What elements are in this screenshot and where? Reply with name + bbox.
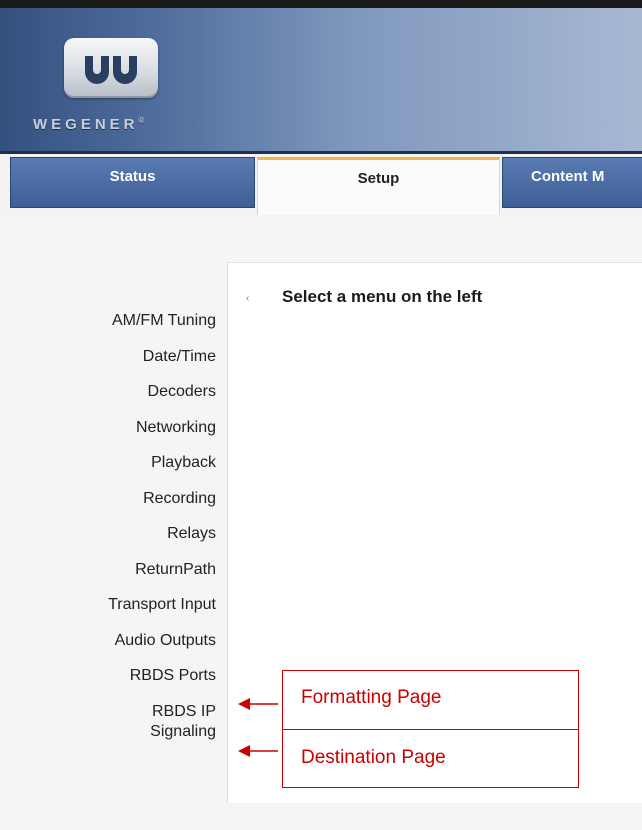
sidebar-item-decoders[interactable]: Decoders: [108, 382, 216, 401]
annotation-callout: Formatting Page Destination Page: [282, 670, 579, 788]
logo-mark-icon: [85, 56, 137, 84]
callout-formatting-page: Formatting Page: [301, 687, 442, 708]
sidebar-item-relays[interactable]: Relays: [108, 524, 216, 543]
sidebar-item-rbds-ip-signaling[interactable]: RBDS IP Signaling: [108, 702, 216, 742]
sidebar-item-returnpath[interactable]: ReturnPath: [108, 560, 216, 579]
tab-setup[interactable]: Setup: [257, 157, 500, 215]
sidebar-item-rbds-ports[interactable]: RBDS Ports: [108, 666, 216, 685]
top-bar: [0, 0, 642, 8]
arrow-left-icon: [238, 745, 278, 757]
sidebar-item-amfm-tuning[interactable]: AM/FM Tuning: [108, 311, 216, 330]
callout-destination-page: Destination Page: [301, 747, 446, 768]
page-heading: Select a menu on the left: [282, 287, 483, 306]
sidebar-item-transport-input[interactable]: Transport Input: [108, 595, 216, 614]
sidebar-item-audio-outputs[interactable]: Audio Outputs: [108, 631, 216, 650]
sidebar-item-recording[interactable]: Recording: [108, 489, 216, 508]
sidebar-item-date-time[interactable]: Date/Time: [108, 347, 216, 366]
logo-wordmark: WEGENER®: [33, 116, 145, 133]
callout-divider: [283, 729, 578, 730]
tab-status[interactable]: Status: [10, 157, 255, 208]
tab-bar: Status Setup Content M: [0, 151, 642, 217]
chevron-left-icon: ‹: [246, 293, 250, 304]
wegener-logo[interactable]: [64, 38, 158, 98]
app-header: WEGENER®: [0, 8, 642, 151]
arrow-left-icon: [238, 698, 278, 710]
sidebar-item-networking[interactable]: Networking: [108, 418, 216, 437]
sidebar-menu: AM/FM Tuning Date/Time Decoders Networki…: [108, 311, 216, 758]
tab-content-management[interactable]: Content M: [502, 157, 642, 208]
sidebar-item-playback[interactable]: Playback: [108, 453, 216, 472]
sidebar-item-label: RBDS IP: [151, 702, 216, 720]
sidebar-item-label: Signaling: [150, 722, 216, 740]
